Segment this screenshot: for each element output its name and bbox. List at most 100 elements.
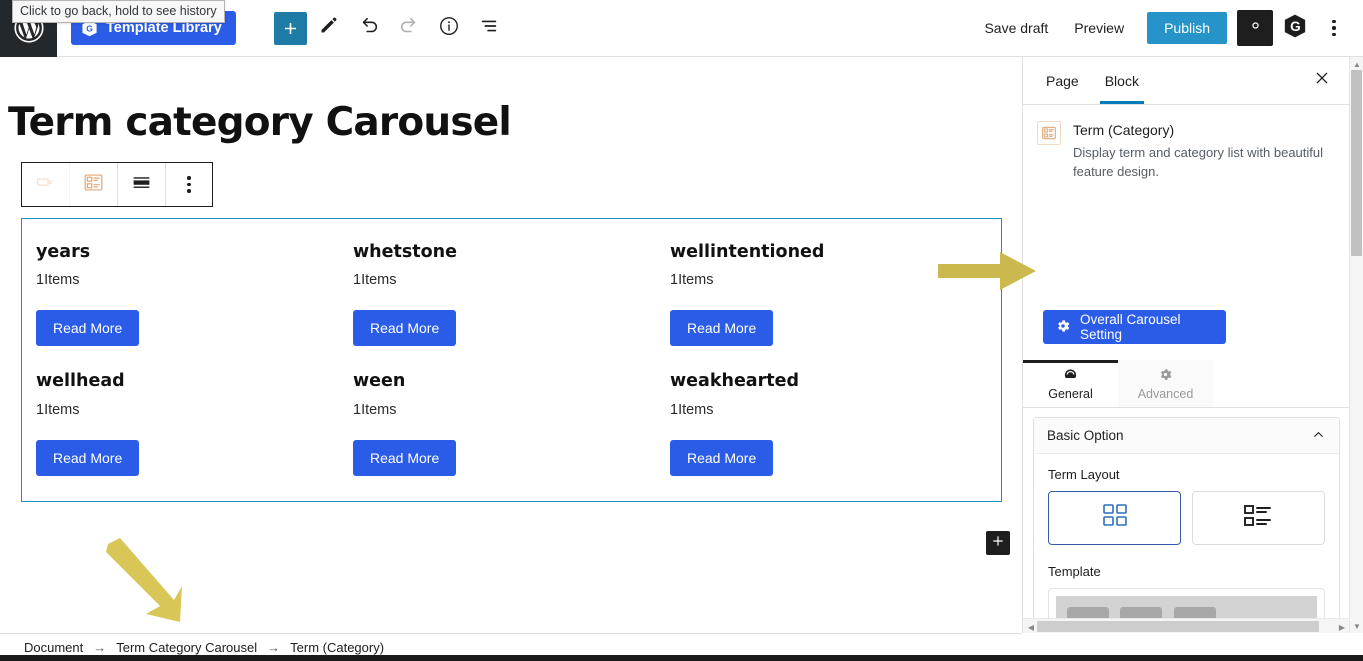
basic-option-panel: Basic Option Term Layout Template <box>1033 417 1340 633</box>
term-item[interactable]: whetstone 1Items Read More <box>353 242 670 372</box>
term-item[interactable]: wellintentioned 1Items Read More <box>670 242 987 372</box>
list-view-icon <box>478 15 500 42</box>
term-count: 1Items <box>36 272 80 289</box>
term-grid: years 1Items Read More whetstone 1Items … <box>22 219 1001 502</box>
layout-choice-grid[interactable] <box>1048 491 1181 545</box>
scroll-down-arrow-icon[interactable]: ▼ <box>1350 619 1363 633</box>
tab-general[interactable]: General <box>1023 360 1118 407</box>
breadcrumb-item-term-category-carousel[interactable]: Term Category Carousel <box>116 640 257 655</box>
term-count: 1Items <box>36 401 80 418</box>
sidebar-horizontal-scrollbar[interactable]: ◀ ▶ <box>1023 618 1349 633</box>
sidebar-vscroll-thumb[interactable] <box>1351 70 1362 256</box>
editor-left-tools <box>273 10 507 46</box>
editor-canvas: Term category Carousel years 1Items Read… <box>0 57 1022 633</box>
list-view-button[interactable] <box>471 10 507 46</box>
scroll-left-arrow-icon[interactable]: ◀ <box>1024 620 1038 633</box>
sidebar-vertical-scrollbar[interactable]: ▲ ▼ <box>1349 57 1363 633</box>
undo-button[interactable] <box>351 10 387 46</box>
close-x-icon <box>1314 70 1330 91</box>
tools-edit-button[interactable] <box>311 10 347 46</box>
layout-choice-list[interactable] <box>1192 491 1325 545</box>
list-rows-icon <box>1242 502 1276 535</box>
term-count: 1Items <box>353 272 397 289</box>
settings-panel-scroll-area: Basic Option Term Layout Template <box>1023 408 1349 633</box>
redo-button[interactable] <box>391 10 427 46</box>
scroll-up-arrow-icon[interactable]: ▲ <box>1350 57 1363 71</box>
chevron-up-icon <box>1311 427 1326 445</box>
block-options-button[interactable] <box>166 163 212 206</box>
sidebar-hscroll-thumb[interactable] <box>1037 621 1319 632</box>
block-card-title: Term (Category) <box>1073 122 1175 138</box>
gear-icon <box>1055 318 1071 337</box>
block-card-text: Term (Category) Display term and categor… <box>1073 121 1331 181</box>
term-item[interactable]: years 1Items Read More <box>36 242 353 372</box>
block-appender-button[interactable] <box>986 531 1010 555</box>
bottom-black-strip <box>0 655 1363 661</box>
scroll-right-arrow-icon[interactable]: ▶ <box>1335 620 1349 633</box>
basic-option-header[interactable]: Basic Option <box>1034 418 1339 454</box>
details-button[interactable] <box>431 10 467 46</box>
breadcrumb-item-term-category[interactable]: Term (Category) <box>290 640 384 655</box>
term-category-block-icon <box>1037 121 1061 145</box>
settings-sidebar: Page Block Term (Category) Display term … <box>1022 57 1349 633</box>
read-more-button[interactable]: Read More <box>670 310 774 347</box>
redo-arrow-icon <box>398 15 420 42</box>
setting-tabs: General Advanced <box>1023 360 1349 408</box>
tab-advanced[interactable]: Advanced <box>1118 360 1213 407</box>
preview-button[interactable]: Preview <box>1061 13 1137 43</box>
breadcrumb-separator: → <box>267 640 281 655</box>
breadcrumb-item-document[interactable]: Document <box>24 640 83 655</box>
page-title[interactable]: Term category Carousel <box>0 57 1022 142</box>
info-circle-icon <box>438 15 460 42</box>
add-block-button[interactable] <box>273 11 307 45</box>
term-layout-choices <box>1048 491 1325 545</box>
align-wide-icon <box>131 172 152 198</box>
read-more-button[interactable]: Read More <box>670 439 774 476</box>
term-category-carousel-block[interactable]: years 1Items Read More whetstone 1Items … <box>21 218 1002 502</box>
settings-sidebar-toggle[interactable] <box>1237 10 1273 46</box>
term-category-block-icon <box>83 172 104 198</box>
tab-advanced-label: Advanced <box>1137 386 1194 401</box>
align-button[interactable] <box>118 163 166 206</box>
publish-button[interactable]: Publish <box>1147 12 1227 44</box>
term-count: 1Items <box>353 401 397 418</box>
block-info-card: Term (Category) Display term and categor… <box>1023 105 1349 197</box>
drag-handle-icon <box>35 172 56 198</box>
block-type-button[interactable] <box>70 163 118 206</box>
sidebar-tabs: Page Block <box>1023 57 1349 105</box>
read-more-button[interactable]: Read More <box>353 439 457 476</box>
term-item[interactable]: weakhearted 1Items Read More <box>670 371 987 501</box>
term-count: 1Items <box>670 272 714 289</box>
read-more-button[interactable]: Read More <box>36 310 140 347</box>
tab-block[interactable]: Block <box>1092 58 1152 104</box>
term-title: ween <box>353 371 406 392</box>
close-sidebar-button[interactable] <box>1305 64 1339 98</box>
drag-handle-button[interactable] <box>22 163 70 206</box>
term-title: wellintentioned <box>670 242 825 262</box>
term-title: wellhead <box>36 371 125 392</box>
term-title: weakhearted <box>670 371 800 392</box>
dashboard-icon <box>1063 367 1078 385</box>
more-options-button[interactable] <box>1319 10 1349 46</box>
gear-icon <box>1245 15 1266 41</box>
read-more-button[interactable]: Read More <box>36 439 140 476</box>
overall-carousel-setting-label: Overall Carousel Setting <box>1080 312 1181 342</box>
overall-carousel-setting-button[interactable]: Overall Carousel Setting <box>1043 310 1226 344</box>
pencil-icon <box>318 15 339 41</box>
term-title: years <box>36 242 91 262</box>
term-item[interactable]: ween 1Items Read More <box>353 371 670 501</box>
template-label: Template <box>1048 564 1101 579</box>
gear-icon <box>1158 367 1173 385</box>
term-title: whetstone <box>353 242 457 262</box>
save-draft-button[interactable]: Save draft <box>971 13 1061 43</box>
block-toolbar <box>21 162 213 207</box>
svg-text:G: G <box>86 23 93 33</box>
tab-page[interactable]: Page <box>1033 58 1092 103</box>
term-item[interactable]: wellhead 1Items Read More <box>36 371 353 501</box>
plus-icon <box>281 19 300 38</box>
block-card-description: Display term and category list with beau… <box>1073 145 1324 179</box>
gutenkit-g-icon: G <box>1282 13 1308 44</box>
editor-right-tools: Save draft Preview Publish G <box>971 10 1363 46</box>
gutenkit-menu-button[interactable]: G <box>1281 14 1309 42</box>
read-more-button[interactable]: Read More <box>353 310 457 347</box>
